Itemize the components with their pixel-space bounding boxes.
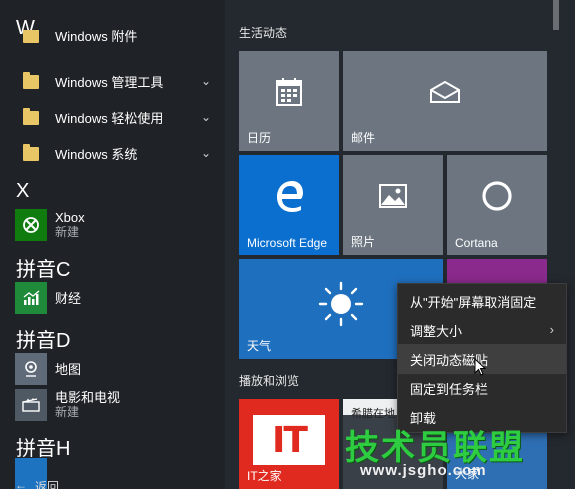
app-name: 电影和电视 [55, 390, 121, 405]
menu-item-pin-taskbar[interactable]: 固定到任务栏 [398, 373, 566, 403]
tile-edge[interactable]: Microsoft Edge [239, 155, 339, 255]
tile-cortana[interactable]: Cortana [447, 155, 547, 255]
edge-icon [239, 155, 339, 237]
tile-label: Cortana [455, 236, 498, 250]
menu-item-label: 调整大小 [410, 323, 463, 339]
folder-icon [15, 138, 47, 170]
app-xbox[interactable]: Xbox 新建 [15, 208, 225, 242]
watermark-url: www.jsgho.com [360, 462, 487, 479]
chevron-down-icon[interactable]: ⌄ [201, 146, 211, 160]
menu-item-turn-off-live-tile[interactable]: 关闭动态磁贴 [398, 344, 566, 376]
app-name: Windows 附件 [55, 30, 138, 44]
app-new-badge: 新建 [55, 405, 80, 419]
tile-photos[interactable]: 照片 [343, 155, 443, 255]
cortana-icon [447, 155, 547, 237]
scrollbar-thumb[interactable] [553, 0, 559, 30]
app-windows-ease-of-access[interactable]: Windows 轻松使用 ⌄ [15, 101, 225, 135]
tile-calendar[interactable]: 日历 [239, 51, 339, 151]
app-name: Windows 系统 [55, 146, 138, 162]
folder-icon [15, 30, 47, 52]
chevron-down-icon[interactable]: ⌄ [201, 110, 211, 124]
tile-label: 天气 [247, 339, 272, 353]
menu-item-unpin[interactable]: 从"开始"屏幕取消固定 [398, 286, 566, 316]
map-pin-icon [15, 353, 47, 385]
tile-mail[interactable]: 邮件 [343, 51, 547, 151]
tile-ithome[interactable]: IT IT之家 [239, 399, 339, 489]
menu-item-label: 从"开始"屏幕取消固定 [410, 294, 537, 310]
letter-header-c[interactable]: 拼音C [16, 253, 70, 282]
letter-header-x[interactable]: X [16, 180, 29, 203]
chevron-down-icon[interactable]: ⌄ [201, 74, 211, 88]
tile-label: 照片 [351, 235, 376, 249]
back-button[interactable]: ← 返回 [15, 478, 59, 489]
letter-header-d[interactable]: 拼音D [16, 324, 70, 353]
tile-label: 日历 [247, 131, 272, 145]
app-name: Xbox [55, 210, 85, 225]
photos-icon [343, 155, 443, 237]
menu-item-label: 固定到任务栏 [410, 381, 489, 397]
app-name: 财经 [55, 290, 82, 306]
app-finance[interactable]: 财经 [15, 281, 225, 315]
calendar-icon [239, 51, 339, 133]
xbox-icon [15, 209, 47, 241]
app-windows-system[interactable]: Windows 系统 ⌄ [15, 137, 225, 171]
app-list: W Windows 附件 Windows 管理工具 ⌄ Windows 轻松使用… [0, 0, 225, 489]
finance-chart-icon [15, 282, 47, 314]
app-windows-admin-tools[interactable]: Windows 管理工具 ⌄ [15, 65, 225, 99]
back-label: 返回 [35, 480, 60, 489]
start-menu: W Windows 附件 Windows 管理工具 ⌄ Windows 轻松使用… [0, 0, 575, 489]
tile-label: 邮件 [351, 131, 376, 145]
tile-label: Microsoft Edge [247, 236, 328, 250]
mail-icon [343, 51, 547, 133]
app-name: Windows 管理工具 [55, 74, 164, 90]
menu-item-resize[interactable]: 调整大小 › [398, 315, 566, 345]
chevron-right-icon: › [549, 322, 554, 337]
app-movies-tv[interactable]: 电影和电视 新建 [15, 388, 225, 422]
app-name: 地图 [55, 361, 82, 377]
letter-header-h[interactable]: 拼音H [16, 432, 70, 461]
app-maps[interactable]: 地图 [15, 352, 225, 386]
back-arrow-icon: ← [15, 478, 27, 489]
group-title-life[interactable]: 生活动态 [239, 24, 287, 41]
film-icon [15, 389, 47, 421]
ithome-logo-icon: IT [253, 415, 325, 465]
folder-icon [15, 66, 47, 98]
tile-text: 希腊在地 [351, 408, 395, 420]
app-windows-accessories[interactable]: Windows 附件 [15, 30, 225, 56]
app-new-badge: 新建 [55, 225, 80, 239]
folder-icon [15, 102, 47, 134]
tile-label: IT之家 [247, 469, 282, 483]
app-name: Windows 轻松使用 [55, 110, 164, 126]
group-title-play[interactable]: 播放和浏览 [239, 372, 299, 389]
context-menu: 从"开始"屏幕取消固定 调整大小 › 关闭动态磁贴 固定到任务栏 卸载 [397, 283, 567, 433]
